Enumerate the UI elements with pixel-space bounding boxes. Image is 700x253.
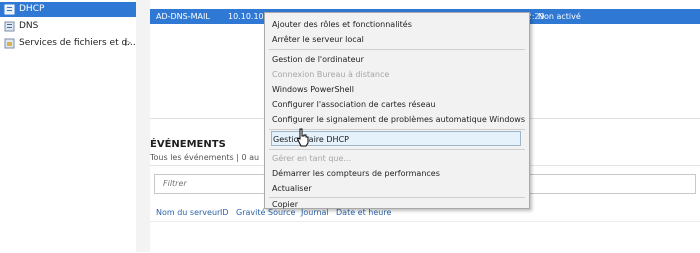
- sidebar-item-label: DNS: [19, 21, 39, 31]
- sidebar: DHCP DNS Services de fichiers et d... ▷: [0, 0, 137, 252]
- menu-item-label: Gérer en tant que...: [272, 154, 352, 163]
- menu-item-stop-server[interactable]: Arrêter le serveur local: [271, 32, 521, 47]
- menu-item-label: Connexion Bureau à distance: [272, 70, 390, 79]
- menu-separator: [269, 49, 525, 50]
- mouse-pointer-icon: [297, 128, 309, 147]
- sidebar-item-dhcp[interactable]: DHCP: [0, 2, 136, 17]
- menu-item-label: Copier: [272, 200, 298, 209]
- dns-server-icon: [4, 21, 15, 32]
- sidebar-item-dns[interactable]: DNS: [0, 19, 136, 34]
- menu-item-computer-management[interactable]: Gestion de l'ordinateur: [271, 52, 521, 67]
- menu-item-powershell[interactable]: Windows PowerShell: [271, 82, 521, 97]
- menu-item-start-counters[interactable]: Démarrer les compteurs de performances: [271, 166, 521, 181]
- menu-item-add-roles[interactable]: Ajouter des rôles et fonctionnalités: [271, 17, 521, 32]
- menu-item-label: Ajouter des rôles et fonctionnalités: [272, 20, 412, 29]
- server-activation-cell: Non activé: [538, 12, 581, 21]
- menu-item-copy[interactable]: Copier: [271, 195, 521, 209]
- menu-item-refresh[interactable]: Actualiser: [271, 181, 521, 196]
- events-subtitle[interactable]: Tous les événements | 0 au: [150, 153, 259, 162]
- menu-item-label: Gestion de l'ordinateur: [272, 55, 364, 64]
- menu-item-remote-desktop: Connexion Bureau à distance: [271, 67, 521, 82]
- sidebar-item-file-services[interactable]: Services de fichiers et d... ▷: [0, 36, 136, 51]
- column-header-id[interactable]: ID: [220, 207, 229, 218]
- menu-item-manage-as: Gérer en tant que...: [271, 151, 521, 166]
- context-menu: Ajouter des rôles et fonctionnalités Arr…: [264, 12, 530, 209]
- events-title: ÉVÉNEMENTS: [150, 139, 226, 150]
- chevron-right-icon[interactable]: ▷: [125, 38, 131, 47]
- menu-separator: [269, 149, 525, 150]
- file-services-icon: [4, 38, 15, 49]
- sidebar-item-label: DHCP: [19, 4, 45, 14]
- sidebar-splitter: [136, 0, 150, 252]
- menu-item-label: Windows PowerShell: [272, 85, 354, 94]
- divider: [150, 221, 700, 222]
- menu-item-label: Actualiser: [272, 184, 312, 193]
- menu-item-nic-teaming[interactable]: Configurer l'association de cartes résea…: [271, 97, 521, 112]
- menu-item-label: Arrêter le serveur local: [272, 35, 364, 44]
- dhcp-server-icon: [4, 4, 15, 15]
- server-name-cell: AD-DNS-MAIL: [156, 12, 210, 21]
- column-header-severity[interactable]: Gravité: [236, 207, 265, 218]
- menu-item-label: Gestionnaire DHCP: [273, 135, 349, 144]
- menu-item-label: Configurer l'association de cartes résea…: [272, 100, 436, 109]
- sidebar-item-label: Services de fichiers et d...: [19, 38, 136, 48]
- menu-item-label: Démarrer les compteurs de performances: [272, 169, 440, 178]
- column-header-server-name[interactable]: Nom du serveur: [156, 207, 220, 218]
- menu-item-error-reporting[interactable]: Configurer le signalement de problèmes a…: [271, 112, 525, 127]
- menu-item-label: Configurer le signalement de problèmes a…: [272, 115, 526, 124]
